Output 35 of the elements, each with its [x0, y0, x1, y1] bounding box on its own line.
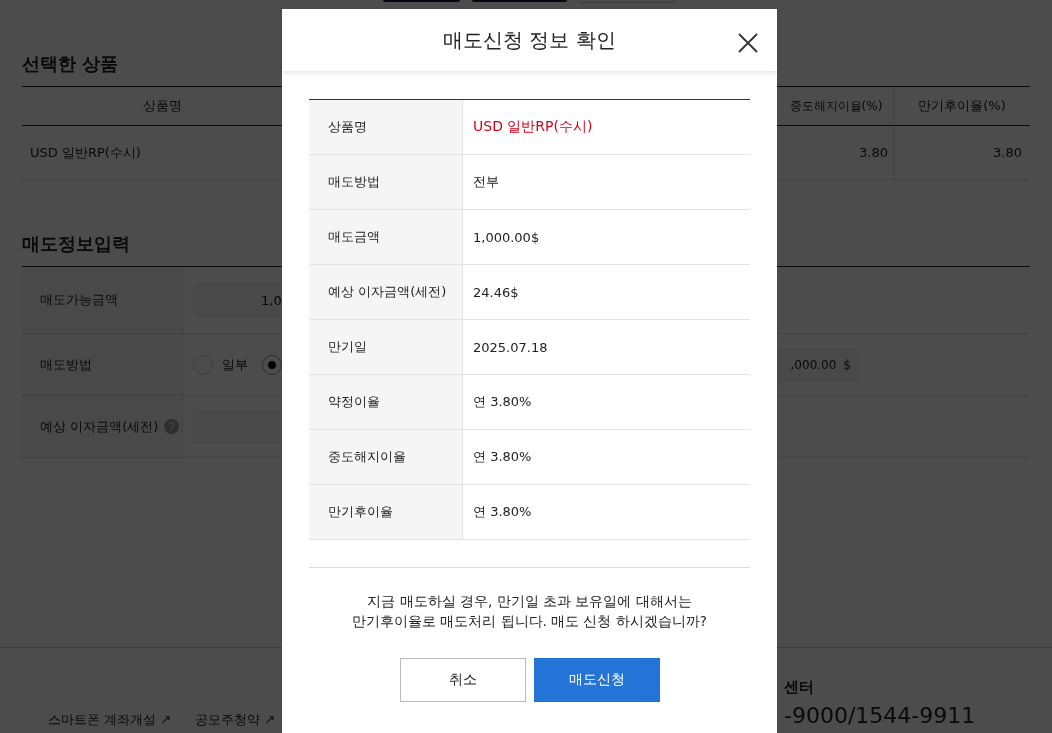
table-cell: USD 일반RP(수시) — [30, 143, 141, 162]
row-label: 예상 이자금액(세전) — [328, 283, 447, 301]
confirm-message: 지금 매도하실 경우, 만기일 초과 보유일에 대해서는 — [367, 592, 692, 611]
dialog-button[interactable]: 취소 — [399, 658, 526, 702]
row-label: 상품명 — [328, 118, 367, 136]
row-value: 전부 — [473, 173, 499, 191]
row-label: 매도방법 — [328, 173, 380, 191]
row-label: 만기후이율 — [328, 503, 393, 521]
footer-link[interactable]: 공모주청약 ↗ — [195, 711, 276, 729]
row-value: 연 3.80% — [473, 448, 532, 466]
row-label: 약정이율 — [328, 393, 380, 411]
section-title: 선택한 상품 — [22, 52, 119, 76]
row-label: 만기일 — [328, 338, 367, 356]
center-title: 센터 — [784, 678, 815, 697]
footer-link[interactable]: 스마트폰 계좌개설 ↗ — [48, 711, 172, 729]
row-value: 2025.07.18 — [473, 339, 548, 355]
row-value: 연 3.80% — [473, 503, 532, 521]
row-value: USD 일반RP(수시) — [473, 118, 593, 136]
row-value: 연 3.80% — [473, 393, 532, 411]
close-icon[interactable] — [738, 33, 758, 53]
row-value: 24.46$ — [473, 284, 519, 300]
table-cell: 3.80 — [859, 145, 888, 160]
row-label: 중도해지이율 — [328, 448, 406, 466]
radio-label[interactable]: 일부 — [222, 355, 248, 374]
dialog-button[interactable]: 매도신청 — [533, 658, 660, 702]
row-value: 1,000.00$ — [473, 229, 540, 245]
section-title: 매도정보입력 — [22, 232, 130, 256]
row-label: 매도금액 — [328, 228, 380, 246]
field-label: 매도가능금액 — [40, 291, 118, 309]
table-cell: 3.80 — [993, 145, 1022, 160]
field-label: 예상 이자금액(세전) — [40, 417, 159, 436]
phone-number: -9000/1544-9911 — [784, 703, 977, 729]
field-label: 매도방법 — [40, 355, 92, 374]
confirm-message: 만기후이율로 매도처리 됩니다. 매도 신청 하시겠습니까? — [352, 612, 707, 631]
dialog-title: 매도신청 정보 확인 — [443, 26, 616, 54]
